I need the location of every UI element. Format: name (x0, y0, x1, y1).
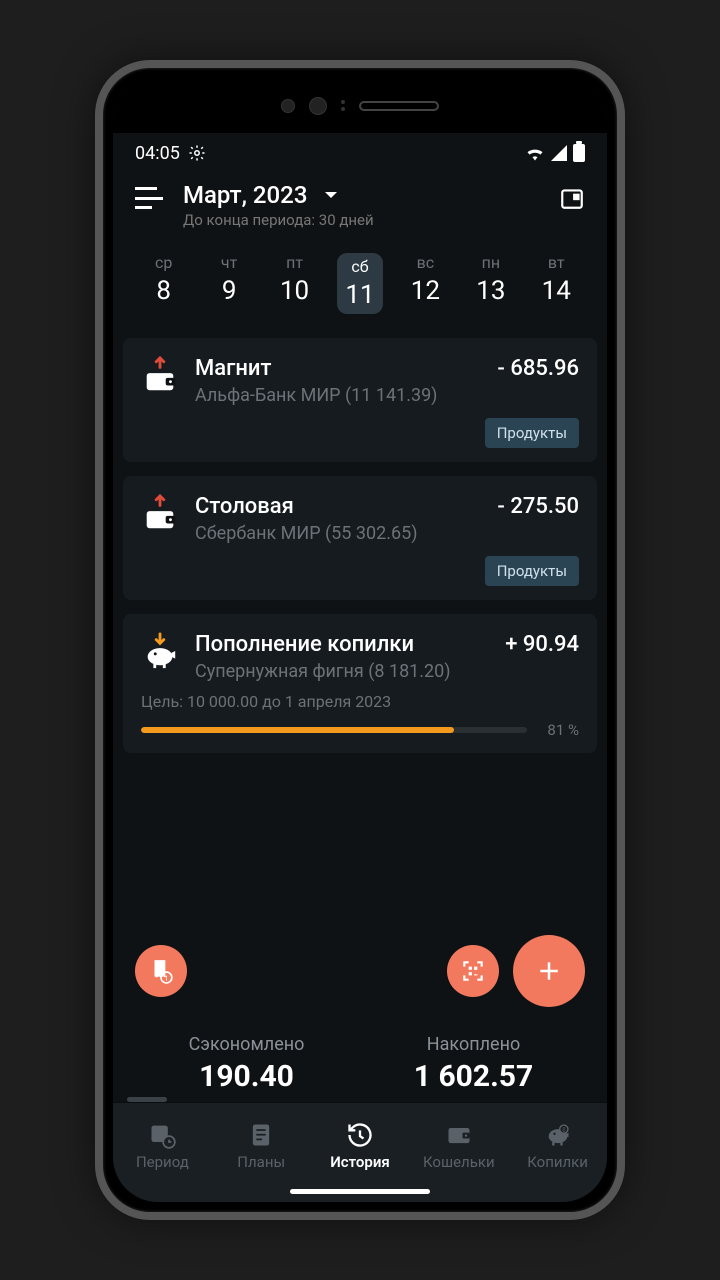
svg-text:$: $ (562, 1126, 565, 1133)
transaction-subtitle: Сбербанк МИР (55 302.65) (195, 523, 481, 544)
day-cell[interactable]: сб 11 (327, 249, 392, 318)
accum-label: Накоплено (360, 1034, 587, 1055)
battery-icon (573, 144, 585, 162)
week-selector: ср 8чт 9пт 10 сб 11 вс 12пн 13вт 14 (113, 235, 607, 330)
nav-wallets[interactable]: Кошельки (409, 1121, 508, 1171)
transaction-amount: - 275.50 (497, 494, 579, 519)
piggy-icon: $ (544, 1121, 572, 1149)
transaction-amount: - 685.96 (497, 356, 579, 381)
accum-value: 1 602.57 (360, 1059, 587, 1094)
receipt-button[interactable]: 1 (135, 945, 187, 997)
calendar-clock-icon (148, 1121, 176, 1149)
day-number: 14 (524, 276, 589, 306)
day-number: 9 (196, 276, 261, 306)
nav-history[interactable]: История (311, 1121, 410, 1171)
history-icon (346, 1121, 374, 1149)
day-label: сб (345, 257, 374, 276)
menu-icon[interactable] (135, 187, 163, 209)
day-number: 8 (131, 276, 196, 306)
day-cell[interactable]: вс 12 (393, 249, 458, 318)
day-label: чт (196, 253, 261, 272)
transaction-card[interactable]: Столовая Сбербанк МИР (55 302.65) - 275.… (123, 476, 597, 600)
fab-row: 1 (113, 935, 607, 1007)
wallet-outflow-icon (141, 356, 179, 394)
front-camera-icon (281, 99, 295, 113)
progress-bar (141, 727, 527, 733)
phone-frame: 04:05 Март, 2023 До конца периода: 30 дн… (95, 60, 625, 1220)
saved-label: Сэкономлено (133, 1034, 360, 1055)
summary-row: Сэкономлено 190.40 Накоплено 1 602.57 (113, 1034, 607, 1094)
transaction-amount: + 90.94 (505, 632, 579, 657)
day-cell[interactable]: пт 10 (262, 249, 327, 318)
add-button[interactable] (513, 935, 585, 1007)
nav-plans[interactable]: Планы (212, 1121, 311, 1171)
transaction-card[interactable]: Пополнение копилки Супернужная фигня (8 … (123, 614, 597, 753)
home-indicator[interactable] (290, 1189, 430, 1194)
transaction-title: Магнит (195, 356, 481, 381)
saved-block[interactable]: Сэкономлено 190.40 (133, 1034, 360, 1094)
day-number: 13 (458, 276, 523, 306)
day-label: ср (131, 253, 196, 272)
month-selector[interactable]: Март, 2023 (183, 181, 539, 209)
saved-value: 190.40 (133, 1059, 360, 1094)
transaction-card[interactable]: Магнит Альфа-Банк МИР (11 141.39) - 685.… (123, 338, 597, 462)
sensor-dots-icon (341, 100, 345, 111)
signal-icon (551, 145, 567, 161)
transaction-title: Столовая (195, 494, 481, 519)
nav-piggy[interactable]: $ Копилки (508, 1121, 607, 1171)
day-cell[interactable]: чт 9 (196, 249, 261, 318)
chevron-down-icon (323, 187, 339, 203)
notch (113, 78, 607, 133)
status-time: 04:05 (135, 143, 180, 164)
category-tag[interactable]: Продукты (485, 418, 579, 448)
category-tag[interactable]: Продукты (485, 556, 579, 586)
gear-icon (188, 144, 206, 162)
month-title: Март, 2023 (183, 181, 307, 209)
day-cell[interactable]: ср 8 (131, 249, 196, 318)
screen: 04:05 Март, 2023 До конца периода: 30 дн… (113, 78, 607, 1202)
svg-text:1: 1 (164, 974, 168, 983)
wallet-icon (445, 1121, 473, 1149)
piggy-inflow-icon (141, 632, 179, 670)
day-number: 12 (393, 276, 458, 306)
wifi-icon (525, 145, 545, 161)
progress-percent: 81 % (539, 721, 579, 739)
transaction-title: Пополнение копилки (195, 632, 489, 657)
list-icon (247, 1121, 275, 1149)
day-number: 11 (345, 280, 374, 310)
day-cell[interactable]: вт 14 (524, 249, 589, 318)
status-bar: 04:05 (113, 133, 607, 167)
qr-scan-button[interactable] (447, 945, 499, 997)
day-label: пт (262, 253, 327, 272)
bottom-nav: Период Планы История Кошельки $ Копилки (113, 1102, 607, 1202)
app-header: Март, 2023 До конца периода: 30 дней (113, 167, 607, 235)
accumulated-block[interactable]: Накоплено 1 602.57 (360, 1034, 587, 1094)
day-label: пн (458, 253, 523, 272)
day-label: вт (524, 253, 589, 272)
day-cell[interactable]: пн 13 (458, 249, 523, 318)
period-subtitle: До конца периода: 30 дней (183, 211, 539, 229)
calendar-icon[interactable] (559, 185, 585, 211)
front-camera-icon (309, 97, 327, 115)
day-number: 10 (262, 276, 327, 306)
speaker-icon (359, 101, 439, 111)
wallet-outflow-icon (141, 494, 179, 532)
transaction-subtitle: Супернужная фигня (8 181.20) (195, 661, 489, 682)
transaction-subtitle: Альфа-Банк МИР (11 141.39) (195, 385, 481, 406)
goal-text: Цель: 10 000.00 до 1 апреля 2023 (141, 692, 579, 711)
nav-period[interactable]: Период (113, 1121, 212, 1171)
day-label: вс (393, 253, 458, 272)
